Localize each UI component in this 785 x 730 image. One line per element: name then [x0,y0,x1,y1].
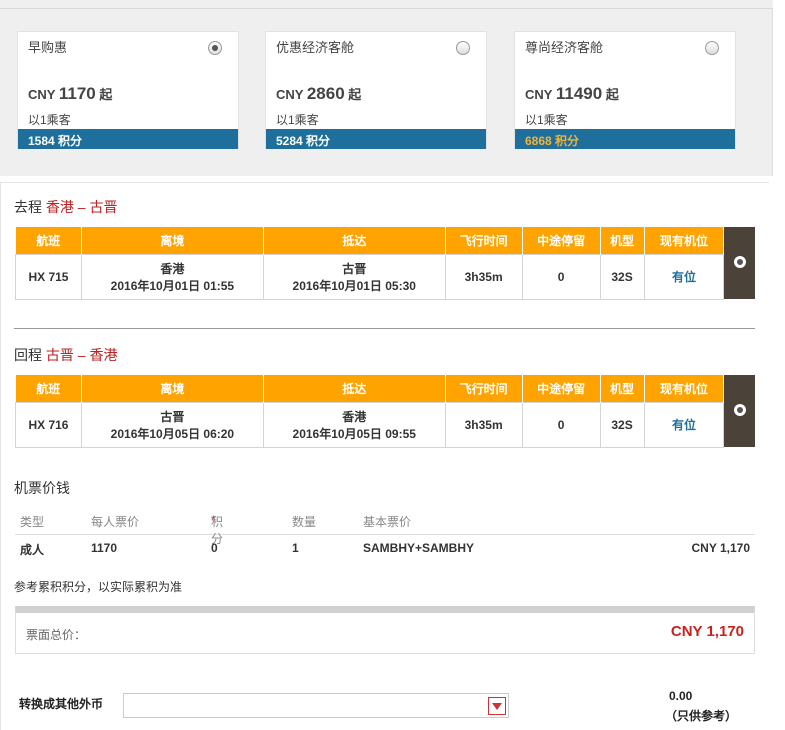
col-stops: 中途停留 [522,375,601,402]
currency-select[interactable] [123,693,509,718]
convert-label: 转换成其他外币 [19,697,104,711]
row-per-person: 1170 [91,541,118,555]
col-departure: 离境 [81,375,264,402]
pricing-header-row: 类型 每人票价 积分 * 数量 基本票价 [15,513,755,546]
col-departure: 离境 [81,227,264,254]
inbound-route: 古晋 – 香港 [45,347,118,363]
fare-name: 优惠经济客舱 [276,40,355,55]
aircraft-cell: 32S [599,401,645,448]
fare-radio-icon[interactable] [705,41,719,55]
hdr-type: 类型 [20,515,45,529]
fare-pax: 以1乘客 [28,113,71,127]
row-type: 成人 [20,543,45,557]
fare-name: 尊尚经济客舱 [525,40,604,55]
departure-cell: 古晋 2016年10月05日 06:20 [80,401,264,448]
duration-cell: 3h35m [444,401,523,448]
leg-divider [14,328,755,329]
converted-note: （只供参考） [665,709,738,723]
col-arrival: 抵达 [263,227,446,254]
row-total: CNY 1,170 [691,541,750,555]
fare-card-early-bird[interactable]: 早购惠 CNY 1170 起 以1乘客 1584 积分 [17,31,239,149]
fare-radio-icon[interactable] [208,41,222,55]
inbound-select[interactable] [723,375,755,447]
arrival-cell: 古晋 2016年10月01日 05:30 [262,253,446,300]
arrival-cell: 香港 2016年10月05日 09:55 [262,401,446,448]
radio-selected-icon[interactable] [733,255,746,268]
itinerary-panel: 去程 香港 – 古晋 航班 离境 抵达 飞行时间 中途停留 机型 现有机位 HX… [0,182,769,730]
table-header-row: 航班 离境 抵达 飞行时间 中途停留 机型 现有机位 [15,227,755,299]
fare-selection-panel: 早购惠 CNY 1170 起 以1乘客 1584 积分 优惠经济客舱 CNY 2… [0,0,773,176]
col-availability: 现有机位 [644,375,725,402]
outbound-route: 香港 – 古晋 [45,199,118,215]
fare-card-premium-economy[interactable]: 尊尚经济客舱 CNY 11490 起 以1乘客 6868 积分 [514,31,736,149]
table-header-row: 航班 离境 抵达 飞行时间 中途停留 机型 现有机位 [15,375,755,447]
fare-name: 早购惠 [28,40,68,55]
converted-value: 0.00 [669,689,693,703]
hdr-basic: 基本票价 [363,515,412,529]
fare-price: CNY 1170 起 [28,84,113,103]
fare-price: CNY 11490 起 [525,84,619,103]
table-row[interactable]: HX 715 香港 2016年10月01日 01:55 古晋 2016年10月01日… [15,253,756,300]
total-amount: CNY 1,170 [670,623,744,640]
table-row: 成人 1170 0 1 SAMBHY+SAMBHY CNY 1,170 [15,541,755,563]
total-box: 票面总价： CNY 1,170 [15,606,755,654]
col-aircraft: 机型 [600,227,645,254]
inbound-title: 回程 古晋 – 香港 [14,347,118,363]
top-border [0,0,773,9]
row-points: 0 [211,541,218,555]
col-aircraft: 机型 [600,375,645,402]
total-label: 票面总价： [26,628,87,642]
col-duration: 飞行时间 [445,375,523,402]
stops-cell: 0 [521,253,601,300]
pricing-title: 机票价钱 [14,480,70,496]
outbound-flight-table: 航班 离境 抵达 飞行时间 中途停留 机型 现有机位 HX 715 香港 2016… [15,227,755,300]
hdr-per-person: 每人票价 [91,515,140,529]
availability-cell: 有位 [643,401,725,448]
outbound-select[interactable] [723,227,755,299]
fare-radio-icon[interactable] [456,41,470,55]
col-duration: 飞行时间 [445,227,523,254]
stops-cell: 0 [521,401,601,448]
fare-points: 6868 积分 [515,129,735,149]
row-basic: SAMBHY+SAMBHY [363,541,475,555]
col-availability: 现有机位 [644,227,725,254]
row-qty: 1 [292,541,299,555]
fare-pax: 以1乘客 [525,113,568,127]
col-flight: 航班 [15,375,82,402]
dropdown-arrow-icon[interactable] [488,697,506,715]
departure-cell: 香港 2016年10月01日 01:55 [80,253,264,300]
points-note: 参考累积积分，以实际累积为准 [14,580,183,594]
radio-selected-icon[interactable] [733,403,746,416]
fare-points: 5284 积分 [266,129,486,149]
hdr-qty: 数量 [292,515,317,529]
flight-number: HX 715 [15,253,82,300]
fare-pax: 以1乘客 [276,113,319,127]
fare-price: CNY 2860 起 [276,84,362,103]
col-arrival: 抵达 [263,375,446,402]
availability-cell: 有位 [643,253,725,300]
table-row[interactable]: HX 716 古晋 2016年10月05日 06:20 香港 2016年10月05日… [15,401,756,448]
fare-points: 1584 积分 [18,129,238,149]
aircraft-cell: 32S [599,253,645,300]
duration-cell: 3h35m [444,253,523,300]
inbound-flight-table: 航班 离境 抵达 飞行时间 中途停留 机型 现有机位 HX 716 古晋 2016… [15,375,755,448]
col-flight: 航班 [15,227,82,254]
col-stops: 中途停留 [522,227,601,254]
outbound-title: 去程 香港 – 古晋 [14,199,118,215]
fare-card-saver-economy[interactable]: 优惠经济客舱 CNY 2860 起 以1乘客 5284 积分 [265,31,487,149]
flight-number: HX 716 [15,401,82,448]
